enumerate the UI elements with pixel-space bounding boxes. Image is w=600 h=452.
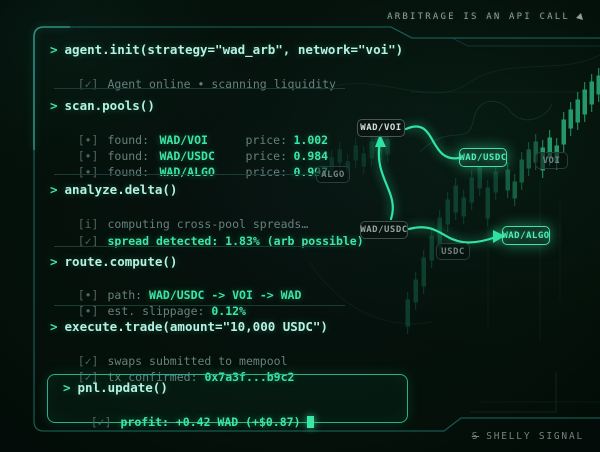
check-bracket: [✓] [91, 415, 112, 429]
node-label: WAD/USDC [360, 225, 407, 235]
arbitrage-terminal-screen: ARBITRAGE IS AN API CALL > agent.init(st… [0, 0, 600, 452]
command-text: agent.init(strategy="wad_arb", network="… [65, 42, 404, 57]
node-label: VOI [543, 156, 561, 166]
command-text: route.compute() [65, 254, 178, 269]
node-wad-voi: WAD/VOI [357, 119, 405, 137]
node-label: WAD/VOI [360, 123, 401, 133]
node-label: ALGO [321, 170, 345, 180]
terminal-cursor [307, 416, 314, 428]
node-algo: ALGO [316, 166, 350, 183]
prompt: > [50, 42, 58, 57]
node-label: WAD/ALGO [502, 231, 549, 241]
prompt: > [50, 254, 58, 269]
prompt: > [50, 182, 58, 197]
prompt: > [50, 319, 58, 334]
divider [54, 246, 345, 247]
node-wad-algo: WAD/ALGO [502, 226, 550, 245]
node-label: WAD/USDC [459, 153, 506, 163]
node-label: USDC [441, 247, 465, 257]
pool-pair: WAD/ALGO [159, 165, 245, 179]
command-text: execute.trade(amount="10,000 USDC") [65, 319, 328, 334]
row-bracket: [•] [78, 165, 99, 179]
command-scan-pools: > scan.pools() [50, 98, 155, 113]
node-wad-usdc-active: WAD/USDC [459, 148, 507, 167]
slippage-value: 0.12% [211, 304, 246, 318]
node-wad-usdc-pool: WAD/USDC [360, 221, 408, 239]
command-text: scan.pools() [65, 98, 155, 113]
command-analyze-delta: > analyze.delta() [50, 182, 177, 197]
profit-text: profit: +0.42 WAD (+$0.87) [120, 415, 300, 429]
found-label: found: [107, 165, 159, 179]
tagline: ARBITRAGE IS AN API CALL [387, 12, 584, 22]
signature-logo: S [472, 431, 480, 442]
signature-name: SHELLY SIGNAL [486, 431, 584, 442]
tagline-text: ARBITRAGE IS AN API CALL [387, 12, 570, 22]
divider [54, 88, 345, 89]
command-route-compute: > route.compute() [50, 254, 177, 269]
edge-pool-to-wadalgo [409, 227, 496, 242]
command-text: pnl.update() [78, 380, 168, 395]
cursor-arrow-icon [576, 13, 584, 21]
signature: S SHELLY SIGNAL [472, 431, 584, 442]
node-usdc: USDC [436, 243, 470, 260]
row-bracket: [•] [78, 304, 99, 318]
prompt: > [63, 380, 71, 395]
divider [54, 305, 345, 306]
price-label: price: [245, 165, 293, 179]
command-execute-trade: > execute.trade(amount="10,000 USDC") [50, 319, 328, 334]
slippage-label: est. slippage: [107, 304, 204, 318]
command-agent-init: > agent.init(strategy="wad_arb", network… [50, 42, 403, 57]
node-voi: VOI [535, 152, 568, 169]
profit-line: [✓] profit: +0.42 WAD (+$0.87) [63, 401, 314, 443]
command-text: analyze.delta() [65, 182, 178, 197]
prompt: > [50, 98, 58, 113]
command-pnl-update: > pnl.update() [63, 380, 168, 395]
divider [54, 174, 345, 175]
